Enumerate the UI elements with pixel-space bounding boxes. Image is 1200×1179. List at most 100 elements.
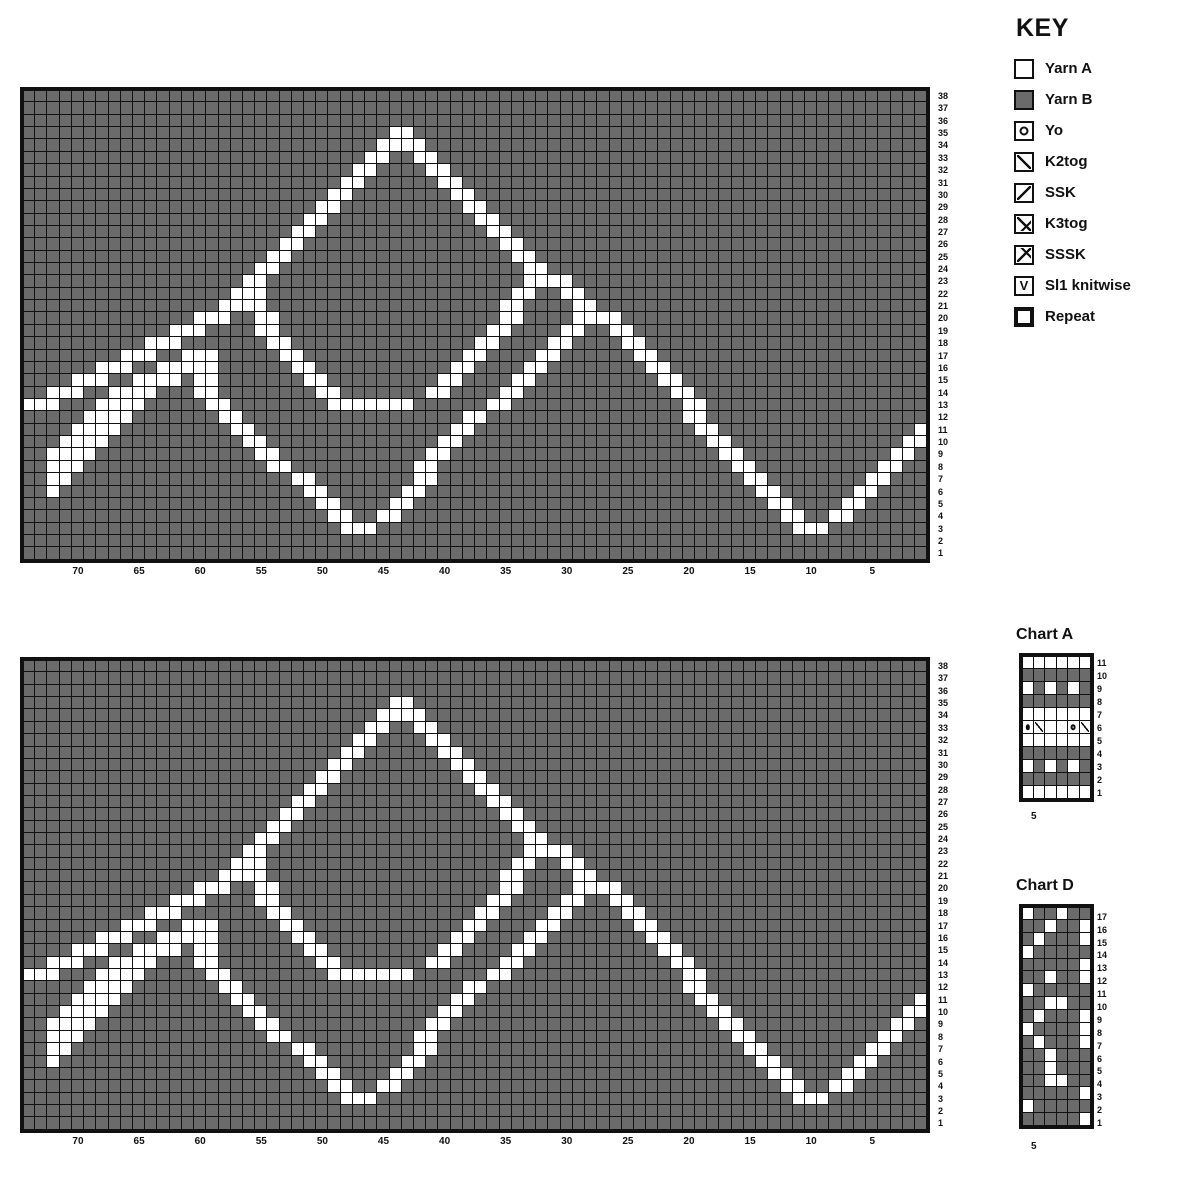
chart-cell[interactable] xyxy=(120,795,133,809)
chart-cell[interactable] xyxy=(475,473,488,486)
chart-cell[interactable] xyxy=(340,709,353,722)
chart-cell[interactable] xyxy=(743,102,757,115)
chart-cell[interactable] xyxy=(646,460,659,474)
chart-cell[interactable] xyxy=(536,188,549,202)
chart-cell[interactable] xyxy=(609,386,622,399)
chart-cell[interactable] xyxy=(817,201,830,214)
chart-cell[interactable] xyxy=(462,783,476,796)
chart-cell[interactable] xyxy=(890,497,903,511)
chart-cell[interactable] xyxy=(499,127,512,140)
chart-cell[interactable] xyxy=(450,90,463,103)
chart-cell[interactable] xyxy=(84,907,97,920)
chart-cell[interactable] xyxy=(731,870,744,883)
chart-cell[interactable] xyxy=(658,684,671,698)
chart-cell[interactable] xyxy=(377,684,390,698)
chart-cell[interactable] xyxy=(719,114,732,128)
chart-cell[interactable] xyxy=(255,127,268,140)
chart-cell[interactable] xyxy=(389,398,402,412)
chart-cell[interactable] xyxy=(194,907,207,920)
chart-cell[interactable] xyxy=(853,931,867,945)
chart-cell[interactable] xyxy=(731,907,744,920)
chart-cell[interactable] xyxy=(84,201,97,214)
chart-cell[interactable] xyxy=(475,436,488,449)
chart-cell[interactable] xyxy=(279,795,292,809)
chart-cell[interactable] xyxy=(792,746,805,759)
chart-cell[interactable] xyxy=(719,225,732,239)
chart-cell[interactable] xyxy=(719,746,732,759)
chart-cell[interactable] xyxy=(35,857,48,871)
chart-cell[interactable] xyxy=(279,522,292,535)
chart-cell[interactable] xyxy=(719,534,732,548)
chart-cell[interactable] xyxy=(401,709,414,722)
chart-cell[interactable] xyxy=(511,795,524,809)
chart-cell[interactable] xyxy=(707,337,720,350)
chart-cell[interactable] xyxy=(145,312,158,325)
chart-cell[interactable] xyxy=(902,114,915,128)
chart-cell[interactable] xyxy=(328,882,341,895)
chart-cell[interactable] xyxy=(389,981,402,994)
chart-cell[interactable] xyxy=(572,213,586,226)
chart-cell[interactable] xyxy=(47,684,60,698)
chart-cell[interactable] xyxy=(279,956,292,969)
chart-cell[interactable] xyxy=(267,90,280,103)
chart-cell[interactable] xyxy=(707,721,720,735)
chart-cell[interactable] xyxy=(523,672,537,685)
chart-cell[interactable] xyxy=(316,857,329,871)
chart-cell[interactable] xyxy=(914,151,928,165)
chart-cell[interactable] xyxy=(328,968,341,982)
chart-cell[interactable] xyxy=(59,968,72,982)
chart-cell[interactable] xyxy=(96,201,109,214)
chart-cell[interactable] xyxy=(633,287,647,301)
chart-cell[interactable] xyxy=(194,845,207,858)
chart-cell[interactable] xyxy=(206,386,219,399)
chart-cell[interactable] xyxy=(450,361,463,375)
chart-cell[interactable] xyxy=(756,907,769,920)
chart-cell[interactable] xyxy=(731,448,744,461)
chart-cell[interactable] xyxy=(426,820,439,834)
chart-cell[interactable] xyxy=(365,386,378,399)
chart-cell[interactable] xyxy=(585,127,598,140)
chart-cell[interactable] xyxy=(255,510,268,523)
chart-cell[interactable] xyxy=(597,968,610,982)
chart-cell[interactable] xyxy=(23,944,36,957)
chart-cell[interactable] xyxy=(853,697,867,710)
chart-cell[interactable] xyxy=(47,771,60,784)
chart-cell[interactable] xyxy=(866,423,879,437)
chart-cell[interactable] xyxy=(206,411,219,424)
chart-cell[interactable] xyxy=(609,473,622,486)
chart-cell[interactable] xyxy=(511,312,524,325)
chart-cell[interactable] xyxy=(841,709,854,722)
chart-cell[interactable] xyxy=(145,547,158,560)
chart-cell[interactable] xyxy=(35,547,48,560)
chart-cell[interactable] xyxy=(328,448,341,461)
chart-cell[interactable] xyxy=(682,758,696,772)
chart-cell[interactable] xyxy=(780,882,793,895)
chart-cell[interactable] xyxy=(572,473,586,486)
chart-cell[interactable] xyxy=(817,709,830,722)
chart-cell[interactable] xyxy=(47,870,60,883)
chart-cell[interactable] xyxy=(768,201,781,214)
chart-cell[interactable] xyxy=(670,981,683,994)
chart-cell[interactable] xyxy=(866,522,879,535)
chart-cell[interactable] xyxy=(157,956,170,969)
chart-cell[interactable] xyxy=(695,436,708,449)
chart-cell[interactable] xyxy=(365,956,378,969)
chart-cell[interactable] xyxy=(817,225,830,239)
chart-cell[interactable] xyxy=(841,374,854,387)
chart-cell[interactable] xyxy=(817,337,830,350)
chart-cell[interactable] xyxy=(817,448,830,461)
chart-cell[interactable] xyxy=(670,993,683,1007)
chart-cell[interactable] xyxy=(841,968,854,982)
chart-cell[interactable] xyxy=(132,547,146,560)
chart-cell[interactable] xyxy=(328,522,341,535)
chart-cell[interactable] xyxy=(438,981,451,994)
chart-cell[interactable] xyxy=(597,746,610,759)
chart-cell[interactable] xyxy=(572,448,586,461)
chart-cell[interactable] xyxy=(340,956,353,969)
chart-cell[interactable] xyxy=(206,250,219,264)
chart-cell[interactable] xyxy=(242,547,256,560)
chart-cell[interactable] xyxy=(829,820,842,834)
chart-cell[interactable] xyxy=(829,907,842,920)
chart-cell[interactable] xyxy=(756,721,769,735)
chart-cell[interactable] xyxy=(365,845,378,858)
